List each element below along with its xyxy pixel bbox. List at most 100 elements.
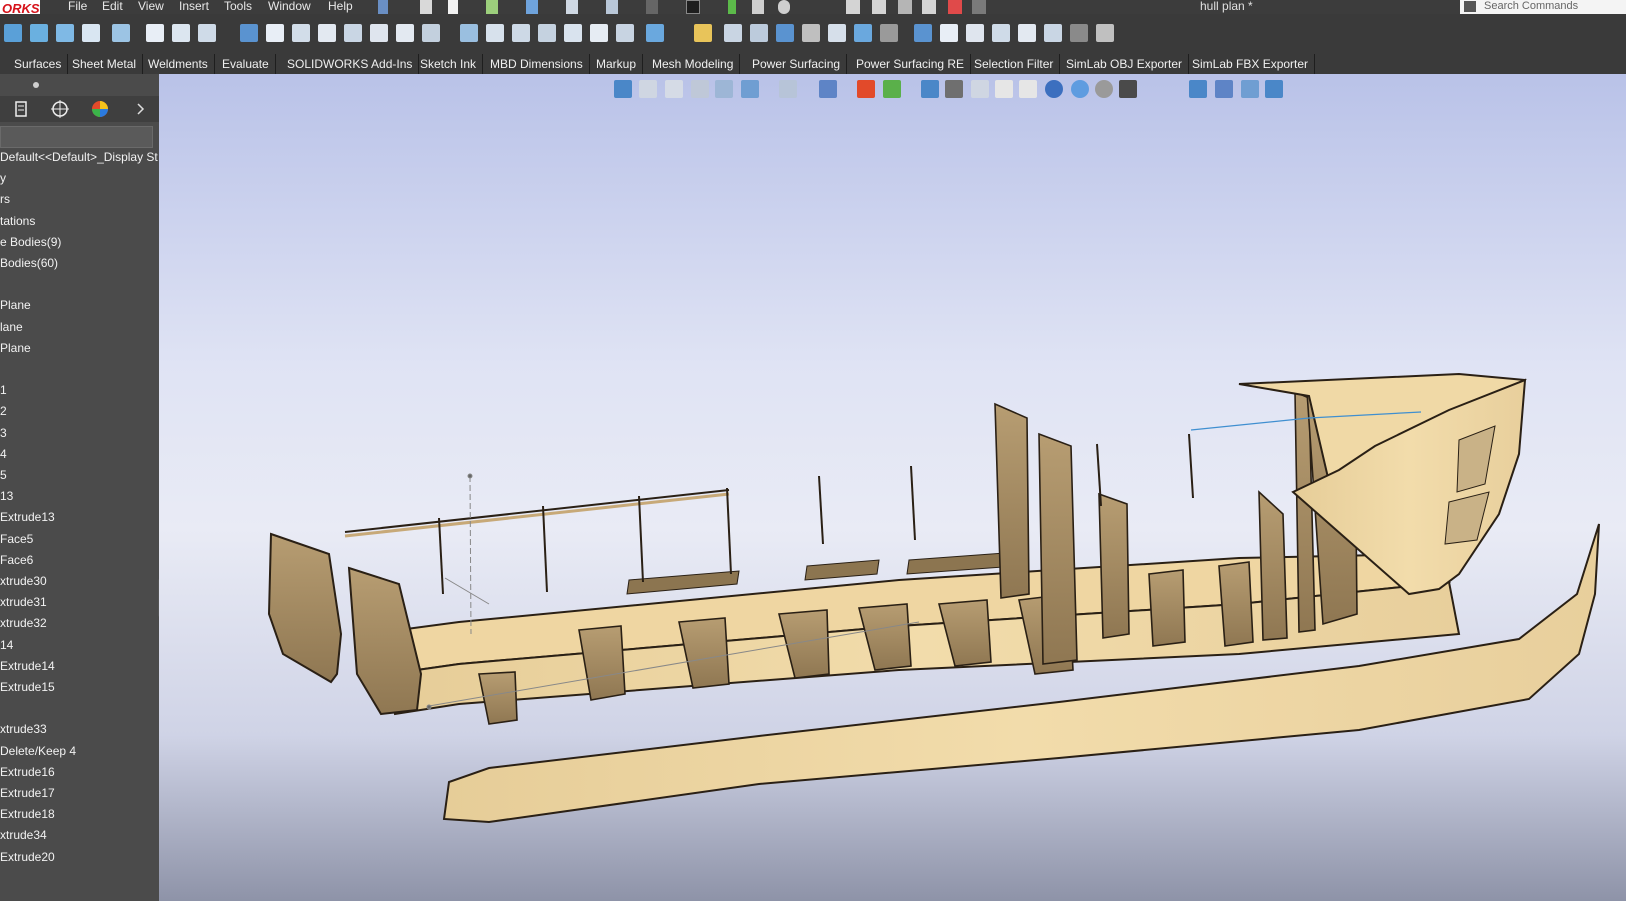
tab-mbd-dimensions[interactable]: MBD Dimensions (484, 54, 590, 74)
menu-view[interactable]: View (138, 0, 164, 12)
menu-window[interactable]: Window (268, 0, 311, 12)
tab-weldments[interactable]: Weldments (142, 54, 215, 74)
chamfer-icon[interactable] (266, 24, 284, 42)
deviation-icon[interactable] (992, 24, 1010, 42)
menu-file[interactable]: File (68, 0, 87, 12)
tree-item[interactable]: y (0, 171, 6, 185)
tab-power-surfacing-re[interactable]: Power Surfacing RE (850, 54, 972, 74)
undo-icon[interactable] (606, 0, 618, 14)
tab-solidworks-addins[interactable]: SOLIDWORKS Add-Ins (281, 54, 420, 74)
linear-pattern-icon[interactable] (422, 24, 440, 42)
tab-simlab-obj-exporter[interactable]: SimLab OBJ Exporter (1060, 54, 1190, 74)
extrude-boss-icon[interactable] (4, 24, 22, 42)
tree-item[interactable]: Face5 (0, 532, 33, 546)
window-cascade-icon[interactable] (898, 0, 912, 14)
menu-insert[interactable]: Insert (179, 0, 209, 12)
tree-item[interactable]: Extrude13 (0, 510, 55, 524)
configuration-tab[interactable] (44, 99, 76, 119)
rib-icon[interactable] (292, 24, 310, 42)
boat-hull-model[interactable] (159, 74, 1626, 901)
tree-item[interactable]: 1 (0, 383, 7, 397)
camera-icon[interactable] (922, 0, 936, 14)
swept-boss-icon[interactable] (56, 24, 74, 42)
file-props-icon[interactable] (752, 0, 764, 14)
combine-icon[interactable] (616, 24, 634, 42)
print-icon[interactable] (566, 0, 578, 14)
tree-item[interactable]: 2 (0, 404, 7, 418)
tree-item[interactable]: 3 (0, 426, 7, 440)
lofted-boss-icon[interactable] (82, 24, 100, 42)
curve-through-icon[interactable] (646, 24, 664, 42)
curves-icon[interactable] (512, 24, 530, 42)
tab-mesh-modeling[interactable]: Mesh Modeling (646, 54, 741, 74)
window-icon[interactable] (972, 0, 986, 14)
tree-item[interactable]: 13 (0, 489, 13, 503)
graphics-area[interactable] (159, 74, 1626, 901)
tree-item[interactable]: Plane (0, 298, 31, 312)
tree-item[interactable]: xtrude33 (0, 722, 47, 736)
menu-edit[interactable]: Edit (102, 0, 123, 12)
shell-icon[interactable] (344, 24, 362, 42)
tree-item[interactable]: Extrude18 (0, 807, 55, 821)
revolve-boss-icon[interactable] (30, 24, 48, 42)
select-icon[interactable] (686, 0, 700, 14)
thickness-icon[interactable] (914, 24, 932, 42)
tab-simlab-fbx-exporter[interactable]: SimLab FBX Exporter (1186, 54, 1316, 74)
tree-item[interactable]: Extrude17 (0, 786, 55, 800)
tab-sheet-metal[interactable]: Sheet Metal (66, 54, 144, 74)
fillet-icon[interactable] (240, 24, 258, 42)
window-tile-icon[interactable] (846, 0, 860, 14)
options-icon[interactable] (778, 0, 790, 14)
mass-properties-icon[interactable] (724, 24, 742, 42)
tab-sketch-ink[interactable]: Sketch Ink (414, 54, 484, 74)
tree-item[interactable]: Extrude15 (0, 680, 55, 694)
draft-analysis-icon[interactable] (854, 24, 872, 42)
compare-icon[interactable] (1044, 24, 1062, 42)
mirror-icon[interactable] (460, 24, 478, 42)
tree-item[interactable]: xtrude31 (0, 595, 47, 609)
measure-icon[interactable] (694, 24, 712, 42)
menu-help[interactable]: Help (328, 0, 353, 12)
tree-item[interactable]: xtrude32 (0, 616, 47, 630)
menu-tools[interactable]: Tools (224, 0, 252, 12)
stern-frame[interactable] (347, 566, 423, 716)
interference-icon[interactable] (776, 24, 794, 42)
geometry-analysis-icon[interactable] (828, 24, 846, 42)
wrap-icon[interactable] (370, 24, 388, 42)
home-icon[interactable] (420, 0, 432, 14)
feature-tree-tab[interactable] (4, 99, 36, 119)
tree-item[interactable]: Extrude16 (0, 765, 55, 779)
panel-handle[interactable] (33, 82, 39, 88)
zebra-icon[interactable] (940, 24, 958, 42)
tree-filter-input[interactable] (0, 126, 153, 148)
tree-item[interactable]: lane (0, 320, 23, 334)
record-icon[interactable] (948, 0, 962, 14)
tree-item[interactable]: Plane (0, 341, 31, 355)
revolved-cut-icon[interactable] (172, 24, 190, 42)
tree-item[interactable]: Bodies(60) (0, 256, 58, 270)
move-copy-icon[interactable] (590, 24, 608, 42)
tab-surfaces[interactable]: Surfaces (8, 54, 69, 74)
tab-power-surfacing[interactable]: Power Surfacing (746, 54, 848, 74)
save-icon[interactable] (526, 0, 538, 14)
search-commands-input[interactable]: Search Commands (1460, 0, 1626, 14)
hole-wizard-icon[interactable] (198, 24, 216, 42)
boundary-boss-icon[interactable] (112, 24, 130, 42)
tab-evaluate[interactable]: Evaluate (216, 54, 276, 74)
open-icon[interactable] (486, 0, 498, 14)
symmetry-icon[interactable] (1018, 24, 1036, 42)
check-icon[interactable] (802, 24, 820, 42)
undercut-icon[interactable] (880, 24, 898, 42)
tree-item[interactable]: 5 (0, 468, 7, 482)
tree-item[interactable]: e Bodies(9) (0, 235, 61, 249)
tree-item[interactable]: Delete/Keep 4 (0, 744, 76, 758)
pin-icon[interactable] (378, 0, 388, 14)
intersect-icon[interactable] (396, 24, 414, 42)
redo-icon[interactable] (646, 0, 658, 14)
window-split-icon[interactable] (872, 0, 886, 14)
tree-item[interactable]: Default<<Default>_Display St (0, 150, 158, 164)
tree-item[interactable]: Extrude14 (0, 659, 55, 673)
draft-icon[interactable] (318, 24, 336, 42)
tree-item[interactable]: 14 (0, 638, 13, 652)
deck-hatch-1[interactable] (626, 570, 740, 595)
